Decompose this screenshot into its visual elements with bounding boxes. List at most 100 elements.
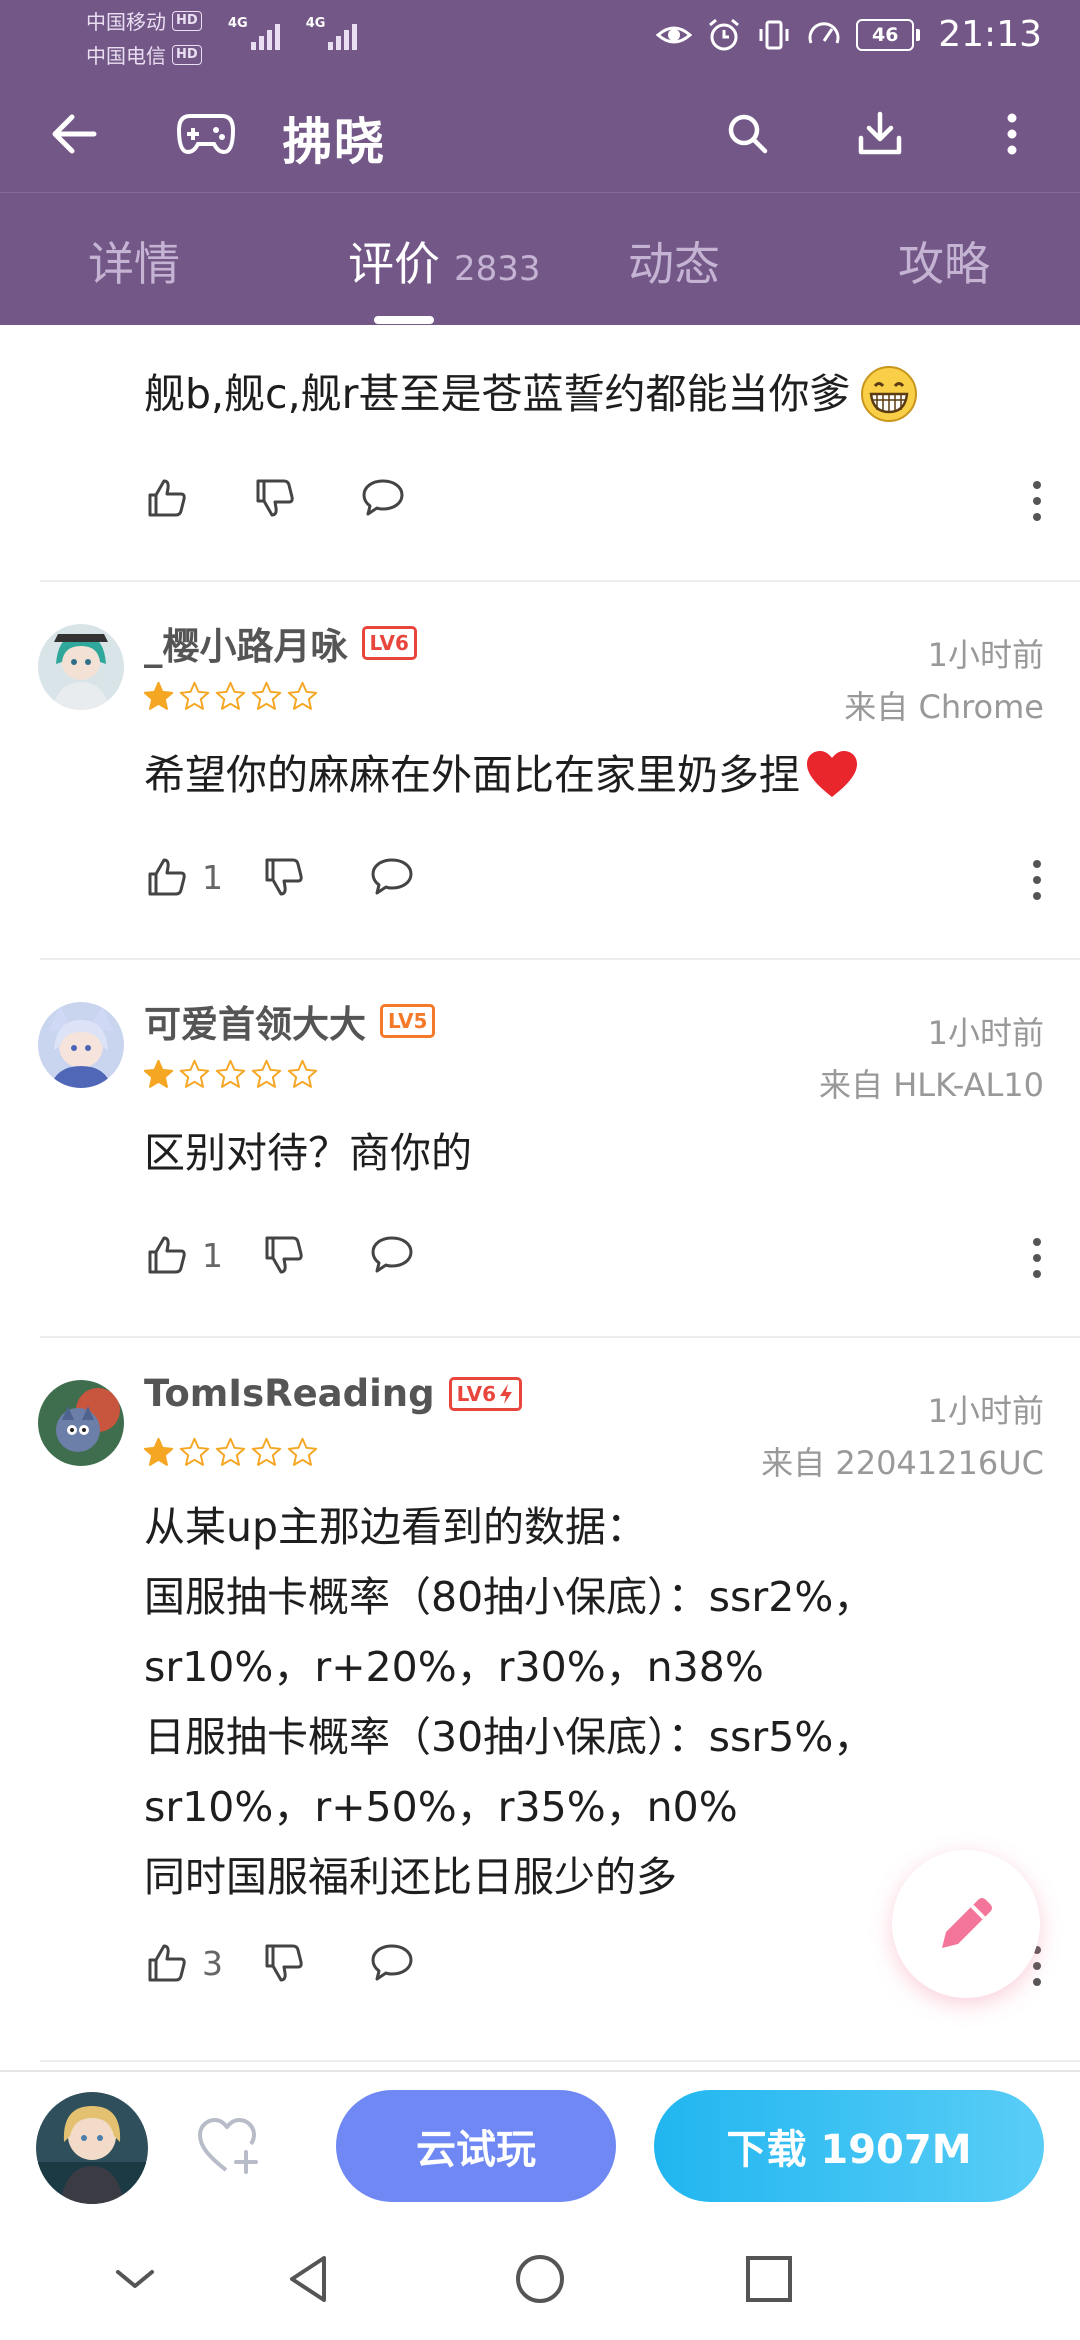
thumbs-down-icon — [265, 1236, 303, 1274]
bottom-action-bar: 云试玩 下载 1907M — [0, 2070, 1080, 2222]
star-empty-icon — [287, 1437, 318, 1466]
tab-activity[interactable]: 动态 — [628, 228, 720, 294]
thumbs-down-icon — [265, 858, 303, 896]
review-source: 来自 Chrome — [844, 688, 1044, 726]
star-empty-icon — [215, 1437, 246, 1466]
level-badge: LV6 — [448, 1376, 523, 1411]
thumbs-up-icon — [148, 1944, 186, 1982]
review-text: 从某up主那边看到的数据： 国服抽卡概率（80抽小保底）：ssr2%， sr10… — [144, 1503, 875, 1901]
dislike-button[interactable] — [261, 1940, 307, 1986]
like-count: 1 — [202, 1235, 223, 1275]
dislike-button[interactable] — [261, 1232, 307, 1278]
write-review-button[interactable] — [892, 1850, 1040, 1998]
pencil-icon — [942, 1898, 992, 1948]
level-badge: LV6 — [361, 626, 417, 660]
carrier-1: 中国移动 HD — [86, 6, 202, 35]
lightning-icon — [500, 1383, 513, 1404]
chevron-down-icon[interactable] — [100, 2244, 170, 2314]
more-options-icon[interactable] — [1022, 1228, 1052, 1288]
comment-button[interactable] — [360, 475, 406, 521]
hd-badge: HD — [172, 44, 202, 65]
avatar[interactable] — [38, 624, 124, 710]
like-button[interactable]: 1 — [144, 854, 223, 900]
top-header: 中国移动 HD 中国电信 HD 4G 4G 46 21:13 拂晓 详情 评价 … — [0, 0, 1080, 325]
search-icon[interactable] — [720, 106, 776, 162]
star-empty-icon — [215, 681, 246, 710]
more-vertical-icon[interactable] — [984, 106, 1040, 162]
more-options-icon[interactable] — [1022, 850, 1052, 910]
like-count: 3 — [202, 1943, 223, 1983]
like-count: 1 — [202, 857, 223, 897]
page-title: 拂晓 — [282, 113, 386, 171]
star-empty-icon — [287, 681, 318, 710]
more-options-icon[interactable] — [1022, 471, 1052, 531]
dislike-button[interactable] — [261, 854, 307, 900]
divider — [40, 958, 1080, 960]
username[interactable]: TomIsReading — [144, 1372, 435, 1415]
star-filled-icon — [143, 1059, 174, 1088]
dislike-button[interactable] — [252, 475, 298, 521]
comment-icon — [362, 479, 404, 516]
download-button[interactable]: 下载 1907M — [654, 2090, 1044, 2202]
app-bar: 拂晓 — [0, 74, 1080, 193]
arrow-left-icon[interactable] — [44, 104, 104, 164]
battery-icon: 46 — [856, 18, 921, 51]
vibrate-icon — [759, 20, 789, 49]
speed-icon — [808, 21, 840, 44]
like-button[interactable] — [144, 475, 190, 521]
like-button[interactable]: 3 — [144, 1940, 223, 1986]
review-text: 舰b,舰c,舰r甚至是苍蓝誓约都能当你爹 — [144, 370, 851, 418]
star-rating — [142, 1058, 319, 1091]
star-filled-icon — [143, 1437, 174, 1466]
star-empty-icon — [179, 1059, 210, 1088]
back-triangle-icon[interactable] — [274, 2244, 344, 2314]
download-icon[interactable] — [852, 106, 908, 162]
tab-details[interactable]: 详情 — [88, 228, 180, 294]
eye-icon — [656, 26, 693, 43]
heart-emoji-icon — [807, 751, 857, 797]
system-nav-bar — [0, 2220, 1080, 2340]
star-filled-icon — [143, 681, 174, 710]
review-source: 来自 22041216UC — [761, 1444, 1044, 1482]
comment-button[interactable] — [369, 1232, 415, 1278]
gamepad-icon — [176, 114, 236, 155]
home-circle-icon[interactable] — [505, 2244, 575, 2314]
tab-guides[interactable]: 攻略 — [898, 228, 990, 294]
hd-badge: HD — [172, 10, 202, 31]
thumbs-down-icon — [265, 1944, 303, 1982]
username[interactable]: _樱小路月咏 — [144, 616, 348, 670]
avatar[interactable] — [38, 1002, 124, 1088]
tab-reviews[interactable]: 评价 2833 — [348, 228, 541, 294]
star-empty-icon — [179, 681, 210, 710]
game-avatar[interactable] — [36, 2092, 148, 2204]
star-empty-icon — [287, 1059, 318, 1088]
clock: 21:13 — [938, 14, 1042, 55]
thumbs-up-icon — [148, 479, 186, 517]
username[interactable]: 可爱首领大大 — [144, 994, 366, 1048]
review-time: 1小时前 — [927, 1392, 1044, 1430]
review-time: 1小时前 — [927, 1014, 1044, 1052]
divider — [40, 2060, 1080, 2062]
comment-icon — [371, 1944, 413, 1981]
tab-bar: 详情 评价 2833 动态 攻略 — [0, 192, 1080, 325]
like-button[interactable]: 1 — [144, 1232, 223, 1278]
tab-indicator — [374, 316, 434, 324]
star-rating — [142, 1436, 319, 1469]
thumbs-up-icon — [148, 1236, 186, 1274]
star-rating — [142, 680, 319, 713]
thumbs-down-icon — [256, 479, 294, 517]
divider — [40, 1336, 1080, 1338]
divider — [40, 580, 1080, 582]
cloud-try-button[interactable]: 云试玩 — [336, 2090, 616, 2202]
comment-button[interactable] — [369, 854, 415, 900]
comment-icon — [371, 1236, 413, 1273]
heart-plus-icon[interactable] — [196, 2116, 262, 2176]
comment-button[interactable] — [369, 1940, 415, 1986]
avatar[interactable] — [38, 1380, 124, 1466]
star-empty-icon — [251, 1059, 282, 1088]
alarm-icon — [709, 18, 740, 50]
star-empty-icon — [215, 1059, 246, 1088]
review-source: 来自 HLK-AL10 — [819, 1066, 1044, 1104]
star-empty-icon — [251, 681, 282, 710]
recents-square-icon[interactable] — [734, 2244, 804, 2314]
